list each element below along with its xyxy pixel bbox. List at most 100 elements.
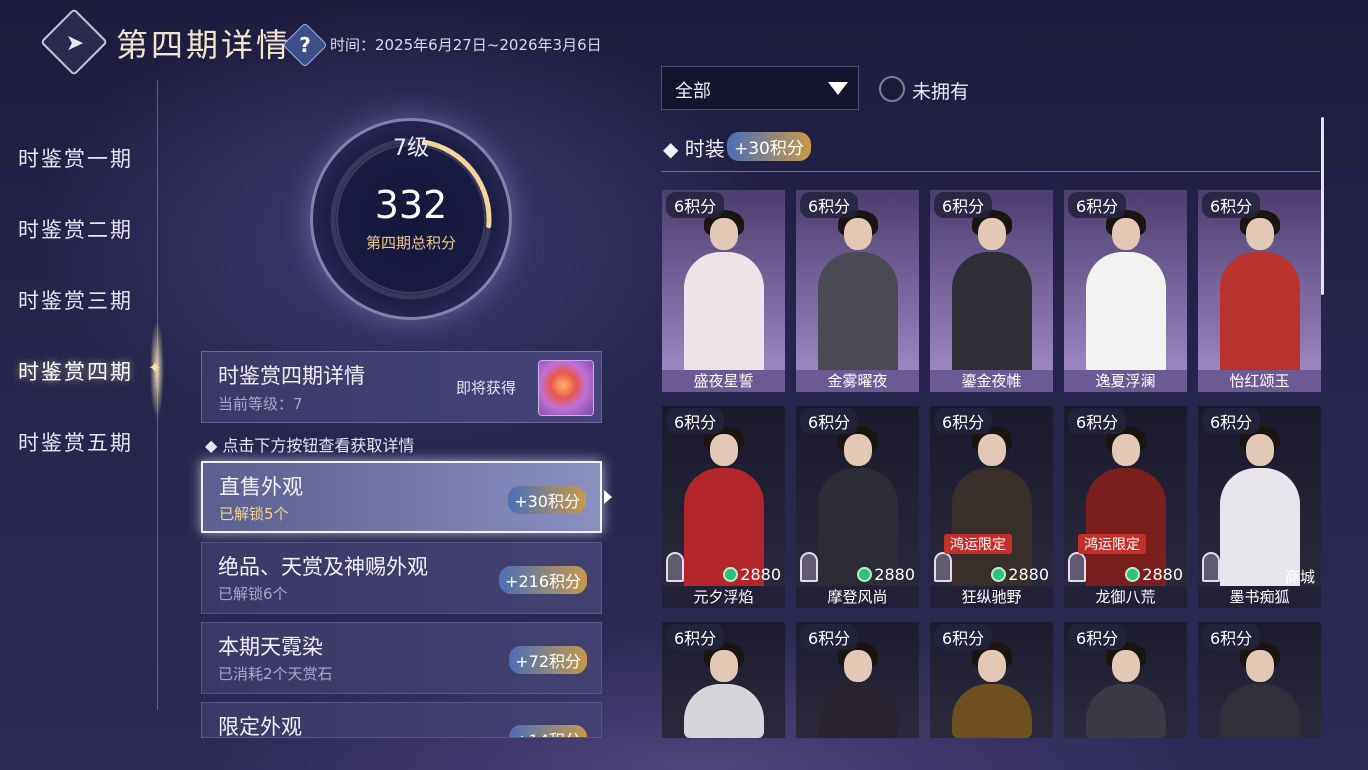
- price-tag: 2880: [991, 565, 1049, 584]
- points-badge: 6积分: [1068, 624, 1127, 650]
- task-dye[interactable]: 本期天霓染 已消耗2个天赏石 +72积分: [201, 622, 602, 694]
- character-head: [844, 218, 872, 250]
- limited-badge: 鸿运限定: [1078, 534, 1146, 554]
- character-head: [1246, 434, 1274, 466]
- nav-item-period-4[interactable]: 时鉴赏四期: [18, 356, 133, 386]
- outfit-name: 鎏金夜帷: [930, 370, 1053, 392]
- task-subtitle: 已消耗2个天赏石: [218, 665, 333, 683]
- page-title: 第四期详情: [116, 26, 292, 64]
- nav-item-period-2[interactable]: 时鉴赏二期: [18, 214, 133, 244]
- task-bonus-badge: +14积分: [509, 725, 587, 737]
- limited-badge: 鸿运限定: [944, 534, 1012, 554]
- task-limited-appearance[interactable]: 限定外观 +14积分: [201, 702, 602, 738]
- outfit-name: 怡红颂玉: [1198, 370, 1321, 392]
- outfit-card[interactable]: 6积分 狂纵驰野 2880 鸿运限定: [930, 406, 1053, 608]
- points-badge: 6积分: [666, 192, 725, 218]
- price-value: 2880: [1142, 565, 1183, 584]
- outfit-card[interactable]: 6积分 元夕浮焰 2880: [662, 406, 785, 608]
- lock-icon: [666, 552, 684, 582]
- character-head: [1112, 650, 1140, 682]
- jade-currency-icon: [1125, 567, 1141, 582]
- points-badge: 6积分: [666, 408, 725, 434]
- lock-icon: [934, 552, 952, 582]
- question-mark-icon: ?: [299, 33, 311, 57]
- points-badge: 6积分: [800, 192, 859, 218]
- lock-icon: [1068, 552, 1086, 582]
- outfit-card[interactable]: 6积分怡红颂玉: [1198, 190, 1321, 392]
- outfit-card[interactable]: 6积分: [796, 622, 919, 738]
- task-bonus-badge: +30积分: [508, 486, 586, 514]
- character-outfit: [1086, 684, 1166, 738]
- detail-title: 时鉴赏四期详情: [218, 364, 365, 388]
- outfit-card[interactable]: 6积分鎏金夜帷: [930, 190, 1053, 392]
- outfit-card[interactable]: 6积分金雾曜夜: [796, 190, 919, 392]
- task-premium-appearance[interactable]: 绝品、天赏及神赐外观 已解锁6个 +216积分: [201, 542, 602, 614]
- upcoming-reward-thumbnail[interactable]: [538, 360, 594, 416]
- section-title: ◆ 时装: [663, 137, 725, 161]
- character-head: [710, 218, 738, 250]
- task-direct-sale-appearance[interactable]: 直售外观 已解锁5个 +30积分: [201, 461, 602, 533]
- jade-currency-icon: [857, 567, 873, 582]
- points-badge: 6积分: [934, 624, 993, 650]
- outfit-card[interactable]: 6积分: [1064, 622, 1187, 738]
- hint-text: ◆ 点击下方按钮查看获取详情: [205, 436, 415, 455]
- outfit-card[interactable]: 6积分: [930, 622, 1053, 738]
- character-head: [1112, 218, 1140, 250]
- lock-icon: [1202, 552, 1220, 582]
- points-badge: 6积分: [1202, 408, 1261, 434]
- outfit-name: 墨书痴狐: [1198, 586, 1321, 608]
- period-label: 时间：2025年6月27日~2026年3月6日: [330, 36, 602, 54]
- points-badge: 6积分: [666, 624, 725, 650]
- character-head: [844, 434, 872, 466]
- chevron-down-icon: [828, 82, 848, 95]
- character-head: [1112, 434, 1140, 466]
- task-bonus-badge: +216积分: [499, 566, 587, 594]
- outfit-name: 元夕浮焰: [662, 586, 785, 608]
- total-score: 332: [374, 183, 448, 227]
- outfit-card[interactable]: 6积分: [1198, 622, 1321, 738]
- outfit-name: 盛夜星誓: [662, 370, 785, 392]
- task-subtitle: 已解锁5个: [219, 505, 289, 523]
- section-divider: [661, 171, 1320, 172]
- outfit-name: 金雾曜夜: [796, 370, 919, 392]
- character-outfit: [818, 684, 898, 738]
- nav-item-period-1[interactable]: 时鉴赏一期: [18, 143, 133, 173]
- back-arrow-icon: ➤: [65, 30, 85, 56]
- outfit-card[interactable]: 6积分龙御八荒 2880 鸿运限定: [1064, 406, 1187, 608]
- character-head: [1246, 218, 1274, 250]
- outfit-card[interactable]: 6积分 摩登风尚 2880: [796, 406, 919, 608]
- outfit-card[interactable]: 6积分: [662, 622, 785, 738]
- task-title: 直售外观: [219, 475, 303, 499]
- active-marker-icon: ✦: [148, 358, 162, 377]
- points-badge: 6积分: [1068, 192, 1127, 218]
- current-level: 当前等级：7: [218, 395, 303, 413]
- character-head: [978, 434, 1006, 466]
- outfit-card[interactable]: 6积分逸夏浮澜: [1064, 190, 1187, 392]
- points-badge: 6积分: [934, 192, 993, 218]
- points-badge: 6积分: [1202, 192, 1261, 218]
- character-outfit: [952, 684, 1032, 738]
- character-head: [978, 650, 1006, 682]
- points-badge: 6积分: [1068, 408, 1127, 434]
- points-badge: 6积分: [800, 408, 859, 434]
- scrollbar[interactable]: [1321, 117, 1324, 295]
- outfit-name: 龙御八荒: [1064, 586, 1187, 608]
- outfit-name: 逸夏浮澜: [1064, 370, 1187, 392]
- outfit-card[interactable]: 6积分盛夜星誓: [662, 190, 785, 392]
- points-badge: 6积分: [800, 624, 859, 650]
- character-outfit: [1220, 684, 1300, 738]
- not-owned-label[interactable]: 未拥有: [912, 77, 969, 104]
- character-head: [710, 434, 738, 466]
- task-title: 限定外观: [218, 715, 302, 738]
- outfit-card[interactable]: 6积分 墨书痴狐 商城: [1198, 406, 1321, 608]
- lock-icon: [800, 552, 818, 582]
- outfit-name: 摩登风尚: [796, 586, 919, 608]
- active-task-arrow-icon: [604, 490, 612, 504]
- not-owned-radio[interactable]: [879, 76, 905, 102]
- character-outfit: [684, 684, 764, 738]
- task-title: 绝品、天赏及神赐外观: [218, 555, 428, 579]
- nav-item-period-5[interactable]: 时鉴赏五期: [18, 427, 133, 457]
- jade-currency-icon: [991, 567, 1007, 582]
- jade-currency-icon: [723, 567, 739, 582]
- nav-item-period-3[interactable]: 时鉴赏三期: [18, 285, 133, 315]
